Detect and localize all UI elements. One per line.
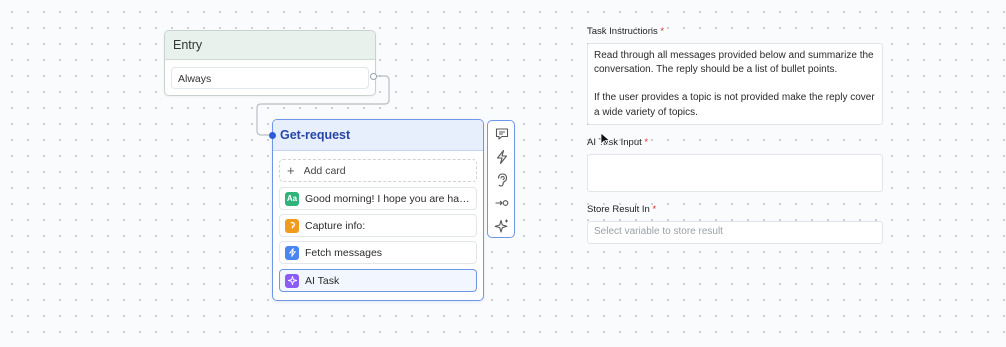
instructions-paragraph-2: If the user provides a topic is not prov… [594, 92, 875, 118]
ai-task-input-field[interactable] [587, 154, 883, 192]
card-capture[interactable]: Capture info: [279, 214, 477, 237]
card-fetch-messages[interactable]: Fetch messages [279, 241, 477, 264]
lightning-icon [285, 245, 299, 260]
entry-node[interactable]: Entry Always [164, 30, 376, 96]
task-instructions-label: Task Instructions * [587, 26, 665, 37]
lightning-icon[interactable] [494, 149, 510, 165]
node-toolbar [487, 120, 515, 238]
message-icon[interactable] [494, 126, 510, 142]
instructions-paragraph-1: Read through all messages provided below… [594, 50, 874, 76]
ear-icon[interactable] [494, 172, 510, 188]
entry-trigger-always[interactable]: Always [171, 67, 369, 89]
card-ai-task[interactable]: AI Task [279, 269, 477, 292]
mouse-cursor-icon [600, 132, 611, 146]
ai-task-input-label: AI Task Input * [587, 137, 649, 148]
sparkle-icon [285, 273, 299, 288]
sparkle-icon[interactable] [494, 218, 510, 234]
add-card-button[interactable]: + Add card [279, 159, 477, 182]
text-message-icon: Aa [285, 191, 299, 206]
connect-icon[interactable] [494, 195, 510, 211]
card-message[interactable]: Aa Good morning! I hope you are havi... [279, 187, 477, 210]
task-instructions-field[interactable]: Read through all messages provided below… [587, 43, 883, 125]
get-request-node-title: Get-request [273, 120, 483, 151]
card-label: AI Task [305, 274, 340, 287]
card-label: Capture info: [305, 219, 366, 232]
entry-output-port[interactable] [370, 73, 377, 80]
plus-icon: + [287, 163, 295, 178]
card-label: Good morning! I hope you are havi... [305, 192, 476, 205]
get-request-input-port[interactable] [269, 132, 276, 139]
capture-icon [285, 218, 299, 233]
store-result-select[interactable]: Select variable to store result [587, 221, 883, 244]
card-label: Fetch messages [305, 246, 383, 259]
store-result-label: Store Result In * [587, 204, 657, 215]
entry-node-title: Entry [165, 31, 375, 60]
get-request-node[interactable]: Get-request + Add card Aa Good morning! … [272, 119, 484, 301]
